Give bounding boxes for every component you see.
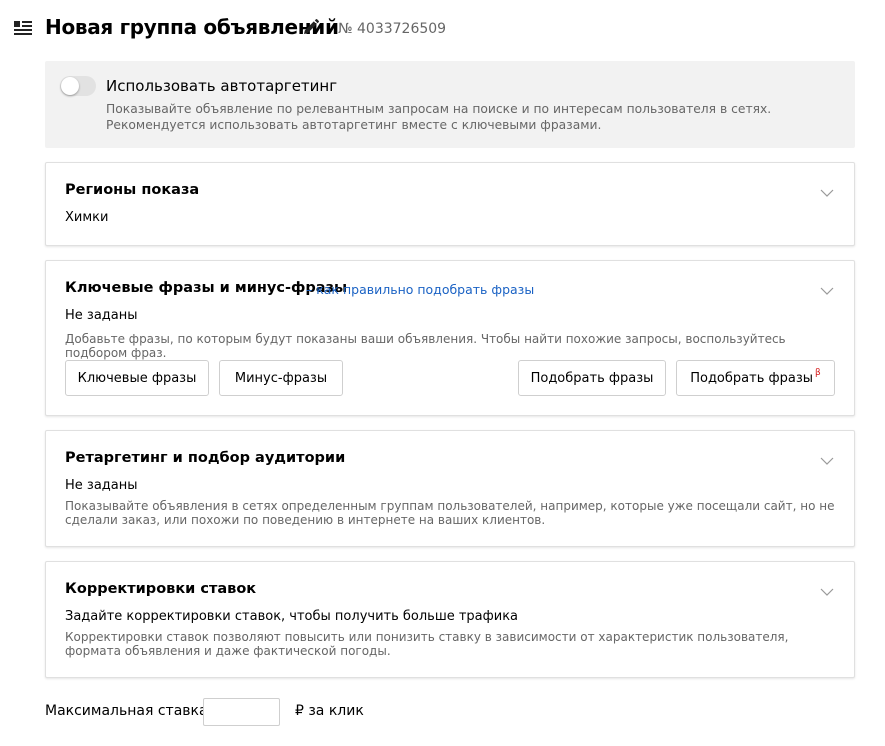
beta-badge: β (815, 368, 821, 378)
chevron-down-icon[interactable] (820, 281, 834, 295)
chevron-down-icon[interactable] (820, 183, 834, 197)
keywords-help-link[interactable]: – как правильно подобрать фразы (306, 282, 534, 297)
bid-adjustments-value: Задайте корректировки ставок, чтобы полу… (65, 609, 519, 624)
bid-adjustments-title: Корректировки ставок (65, 581, 257, 597)
retargeting-value: Не заданы (65, 478, 138, 493)
pick-phrases-beta-label: Подобрать фразы (690, 370, 814, 386)
max-bid-input[interactable] (203, 698, 280, 726)
keywords-value: Не заданы (65, 308, 138, 323)
autotargeting-toggle[interactable] (60, 76, 96, 96)
max-bid-unit: ₽ за клик (295, 703, 364, 719)
pencil-icon[interactable] (303, 19, 319, 35)
pick-phrases-beta-button[interactable]: Подобрать фразы β (676, 360, 835, 396)
chevron-down-icon[interactable] (820, 582, 834, 596)
autotargeting-label: Использовать автотаргетинг (106, 77, 338, 95)
chevron-down-icon[interactable] (820, 451, 834, 465)
toggle-knob (61, 77, 79, 95)
keywords-description: Добавьте фразы, по которым будут показан… (65, 332, 786, 360)
retargeting-description: Показывайте объявления в сетях определен… (65, 499, 835, 527)
autotargeting-description: Показывайте объявление по релевантным за… (106, 102, 772, 132)
regions-card[interactable]: Регионы показа Химки (45, 162, 855, 246)
keywords-button[interactable]: Ключевые фразы (65, 360, 209, 396)
pick-phrases-button[interactable]: Подобрать фразы (518, 360, 666, 396)
minus-phrases-button[interactable]: Минус-фразы (219, 360, 343, 396)
page-header: Новая группа объявлений № 4033726509 (0, 0, 885, 60)
max-bid-label: Максимальная ставка (45, 703, 208, 719)
group-number: № 4033726509 (338, 21, 447, 37)
retargeting-title: Ретаргетинг и подбор аудитории (65, 450, 346, 466)
keywords-card[interactable]: Ключевые фразы и минус-фразы – как прави… (45, 260, 855, 416)
list-menu-icon[interactable] (14, 20, 32, 35)
retargeting-card[interactable]: Ретаргетинг и подбор аудитории Не заданы… (45, 430, 855, 547)
page-title: Новая группа объявлений (45, 15, 339, 39)
keywords-title: Ключевые фразы и минус-фразы (65, 280, 348, 296)
autotargeting-panel: Использовать автотаргетинг Показывайте о… (45, 61, 855, 148)
regions-title: Регионы показа (65, 182, 200, 198)
bid-adjustments-description: Корректировки ставок позволяют повысить … (65, 630, 789, 658)
regions-value: Химки (65, 210, 109, 225)
bid-adjustments-card[interactable]: Корректировки ставок Задайте корректиров… (45, 561, 855, 678)
